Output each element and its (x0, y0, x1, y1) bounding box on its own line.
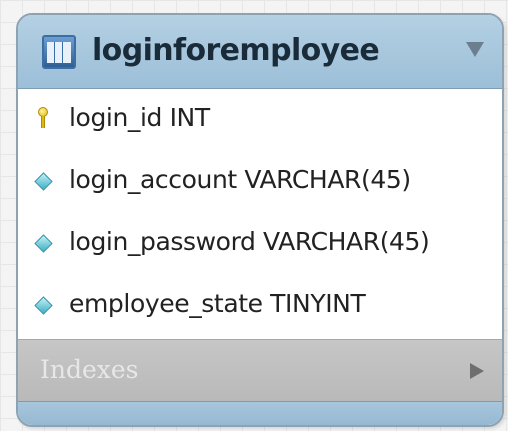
primary-key-icon (35, 107, 51, 128)
column-diamond-icon (34, 234, 53, 253)
column-definition: employee_state TINYINT (69, 289, 366, 318)
column-row-login-account[interactable]: login_account VARCHAR(45) (18, 151, 502, 213)
column-definition: login_password VARCHAR(45) (69, 227, 430, 256)
collapse-triangle-icon[interactable] (466, 42, 484, 57)
column-diamond-icon (34, 172, 53, 191)
expand-arrow-icon[interactable] (470, 363, 484, 379)
column-row-login-id[interactable]: login_id INT (18, 89, 502, 151)
indexes-section[interactable]: Indexes (18, 339, 502, 401)
column-list: login_id INT login_account VARCHAR(45) l… (18, 89, 502, 339)
column-definition: login_account VARCHAR(45) (69, 165, 411, 194)
table-name[interactable]: loginforemployee (92, 31, 380, 71)
column-definition: login_id INT (69, 103, 210, 132)
column-row-employee-state[interactable]: employee_state TINYINT (18, 275, 502, 337)
table-header[interactable]: loginforemployee (18, 15, 502, 89)
indexes-label: Indexes (40, 355, 139, 384)
table-card[interactable]: loginforemployee login_id INT login_acco… (16, 13, 504, 427)
table-icon (42, 35, 76, 69)
table-footer (18, 401, 502, 425)
column-row-login-password[interactable]: login_password VARCHAR(45) (18, 213, 502, 275)
column-diamond-icon (34, 296, 53, 315)
